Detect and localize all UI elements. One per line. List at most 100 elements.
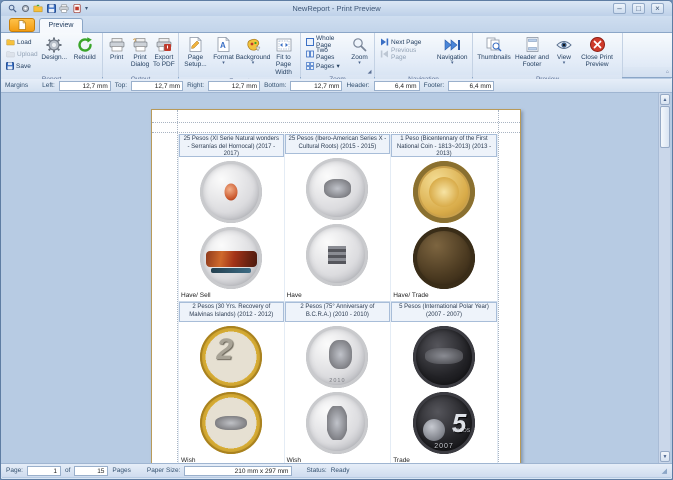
previous-page-button[interactable]: Previous Page [377, 48, 434, 60]
pages-icon [306, 62, 314, 70]
ribbon: Load Upload Save Design... [1, 33, 672, 78]
margins-toolbar: Margins Left: 12,7 mm Top: 12,7 mm Right… [1, 79, 672, 93]
print-preview-canvas[interactable]: 25 Pesos (XI Serie Natural wonders - Ser… [1, 93, 672, 463]
chevron-down-icon: ▾ [358, 61, 361, 67]
minimize-button[interactable]: – [613, 3, 626, 14]
load-button[interactable]: Load [3, 36, 39, 48]
page-number-field[interactable]: 1 [27, 466, 61, 476]
scroll-up-icon[interactable]: ▲ [660, 94, 670, 105]
status-label: Status: [306, 467, 326, 474]
margin-left-field[interactable]: 12,7 mm [59, 81, 111, 91]
refresh-icon [77, 36, 93, 53]
scrollbar-thumb[interactable] [660, 106, 670, 148]
chevron-down-icon: ▾ [252, 61, 255, 67]
coin-denomination: 5 [452, 408, 466, 439]
open-icon[interactable] [33, 4, 43, 14]
scroll-down-icon[interactable]: ▼ [660, 451, 670, 462]
ribbon-tab-row: Preview [1, 16, 672, 33]
print-button[interactable]: Print [105, 34, 128, 74]
background-button[interactable]: Background ▾ [237, 34, 269, 74]
zoom-button[interactable]: Zoom ▾ [347, 34, 372, 74]
page-setup-button[interactable]: Page Setup... [181, 34, 210, 74]
fit-width-icon [276, 36, 292, 53]
zoom-dialog-launcher-icon[interactable]: ◢ [366, 69, 373, 76]
tab-preview[interactable]: Preview [39, 18, 83, 33]
coin-image-obverse: 2 [200, 326, 262, 388]
two-pages-icon [306, 50, 314, 58]
rebuild-button[interactable]: Rebuild [70, 34, 101, 74]
margin-header-field[interactable]: 6,4 mm [374, 81, 420, 91]
print-dialog-button[interactable]: ? Print Dialog [128, 34, 151, 74]
load-icon [6, 38, 15, 46]
record-caption: 5 Pesos (International Polar Year) (2007… [391, 302, 497, 322]
qat-dropdown-icon[interactable]: ▾ [85, 5, 88, 12]
record-cell: 25 Pesos (XI Serie Natural wonders - Ser… [178, 134, 285, 302]
ribbon-group-preview: Thumbnails Header and Footer View ▾ Clos… [473, 33, 623, 77]
close-print-preview-button[interactable]: Close Print Preview [577, 34, 617, 74]
preview-icon[interactable] [7, 4, 17, 14]
coin-image-obverse [306, 158, 368, 220]
coin-image-obverse [413, 326, 475, 388]
save-button[interactable]: Save [3, 60, 39, 72]
record-status: Trade [391, 456, 497, 463]
ribbon-group-report: Load Upload Save Design... [1, 33, 103, 77]
settings-icon[interactable] [20, 4, 30, 14]
upload-button[interactable]: Upload [3, 48, 39, 60]
format-icon: A [217, 36, 230, 53]
vertical-scrollbar[interactable]: ▲ ▼ [658, 93, 670, 463]
record-caption: 2 Pesos (30 Yrs. Recovery of Malvinas Is… [179, 302, 284, 322]
margin-guide-header [152, 122, 520, 123]
export-pdf-button[interactable]: Export To PDF [152, 34, 176, 74]
fit-to-page-width-button[interactable]: Fit to Page Width [269, 34, 298, 76]
format-button[interactable]: A Format ▾ [210, 34, 237, 74]
thumbnails-button[interactable]: Thumbnails [475, 34, 513, 74]
header-footer-icon [526, 36, 539, 53]
margin-top-field[interactable]: 12,7 mm [131, 81, 183, 91]
coin-year: 2007 [434, 443, 454, 450]
save-icon[interactable] [46, 4, 56, 14]
ribbon-filler: ⌂ [623, 33, 672, 77]
coin-image-obverse [200, 161, 262, 223]
view-button[interactable]: View ▾ [551, 34, 577, 74]
coin-image-reverse [200, 227, 262, 289]
navigation-icon [443, 36, 461, 53]
chevron-down-icon: ▾ [451, 61, 454, 67]
record-caption: 1 Peso (Bicentennary of the First Nation… [391, 134, 497, 157]
record-caption: 25 Pesos (Ibero-American Series X - Cult… [285, 134, 391, 154]
upload-icon [6, 50, 15, 58]
coin-image-reverse [306, 224, 368, 286]
export-icon[interactable] [72, 4, 82, 14]
record-status: Have/ Trade [391, 291, 497, 302]
page-label: Page: [6, 467, 23, 474]
navigation-button[interactable]: Navigation ▾ [434, 34, 470, 74]
of-label: of [65, 467, 70, 474]
record-grid: 25 Pesos (XI Serie Natural wonders - Ser… [178, 134, 498, 463]
application-menu-button[interactable] [9, 18, 35, 32]
close-button[interactable]: × [651, 3, 664, 14]
maximize-button[interactable]: □ [632, 3, 645, 14]
two-pages-button[interactable]: Two Pages [303, 48, 347, 60]
application-window: ▾ NewReport - Print Preview – □ × Previe… [0, 0, 673, 480]
margin-bottom-field[interactable]: 12,7 mm [290, 81, 342, 91]
print-icon[interactable] [59, 4, 69, 14]
eye-icon [556, 36, 572, 53]
coin-image-reverse [200, 392, 262, 454]
next-page-icon [380, 38, 389, 46]
record-cell: 25 Pesos (Ibero-American Series X - Cult… [285, 134, 392, 302]
header-and-footer-button[interactable]: Header and Footer [513, 34, 551, 74]
margin-right-field[interactable]: 12,7 mm [208, 81, 260, 91]
pages-button[interactable]: Pages ▾ [303, 60, 347, 72]
margin-footer-field[interactable]: 6,4 mm [448, 81, 494, 91]
document-icon [17, 20, 27, 30]
resize-grip-icon[interactable]: ◢ [662, 467, 667, 475]
window-title: NewReport - Print Preview [1, 4, 672, 13]
margin-top-label: Top: [115, 82, 127, 89]
ribbon-group-zoom: Whole Page Two Pages Pages ▾ Zoom [301, 33, 375, 77]
design-button[interactable]: Design... [39, 34, 70, 74]
record-cell: 2 Pesos (75° Anniversary of B.C.R.A.) (2… [285, 302, 392, 463]
record-cell: 1 Peso (Bicentennary of the First Nation… [391, 134, 498, 302]
pages-label: Pages [112, 467, 130, 474]
coin-image-reverse: 5 PESOS 2007 [413, 392, 475, 454]
status-bar: Page: 1 of 15 Pages Paper Size: 210 mm x… [1, 463, 672, 477]
ribbon-options-icon[interactable]: ⌂ [664, 69, 671, 76]
